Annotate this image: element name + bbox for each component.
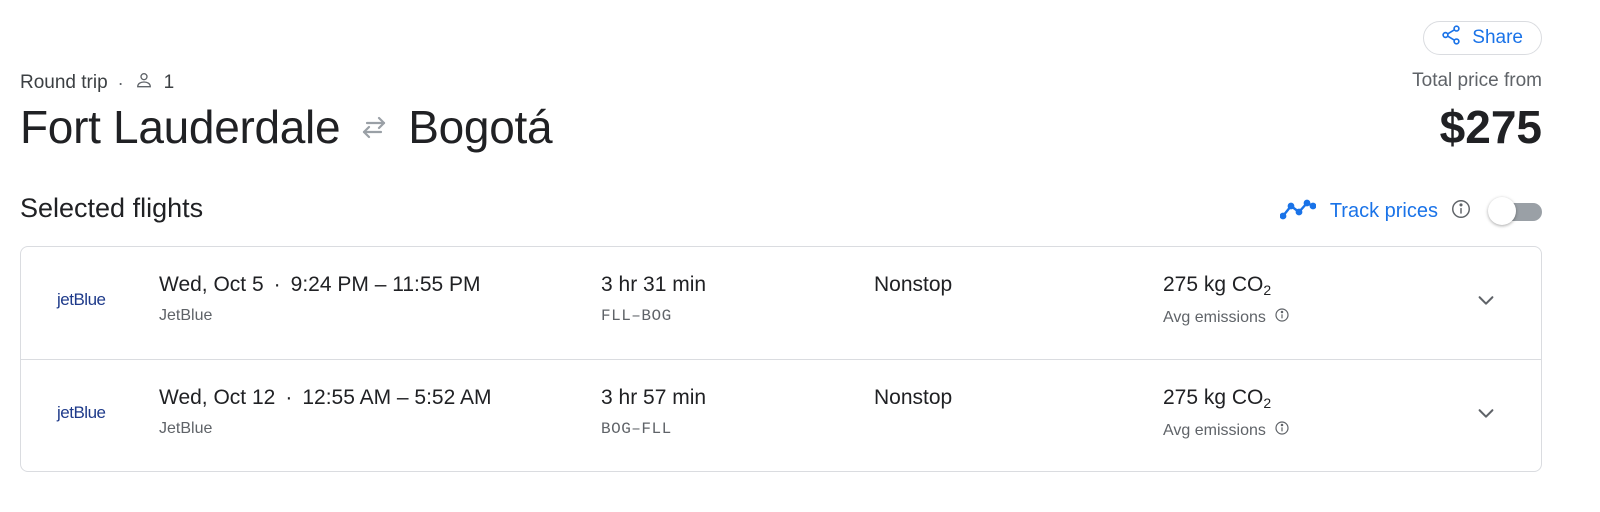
- emissions-value: 275 kg CO2: [1163, 273, 1271, 298]
- share-label: Share: [1472, 27, 1523, 48]
- emissions-label: Avg emissions: [1163, 420, 1290, 441]
- price-label: Total price from: [1412, 70, 1542, 91]
- route-codes: FLL–BOG: [601, 307, 672, 325]
- destination-city: Bogotá: [408, 101, 553, 153]
- person-icon: [134, 70, 154, 96]
- total-price: $275: [1439, 101, 1542, 153]
- separator-dot: ·: [285, 386, 293, 409]
- flight-times: Wed, Oct 5 · 9:24 PM – 11:55 PM: [159, 273, 481, 297]
- flight-date: Wed, Oct 5: [159, 273, 264, 296]
- section-title: Selected flights: [20, 193, 204, 223]
- emissions-value: 275 kg CO2: [1163, 386, 1271, 411]
- emissions-label: Avg emissions: [1163, 307, 1290, 328]
- selected-flights-card: jetBlue Wed, Oct 5 · 9:24 PM – 11:55 PM Je…: [20, 246, 1542, 472]
- chevron-down-icon: [1475, 402, 1497, 429]
- info-icon[interactable]: [1274, 307, 1290, 328]
- info-icon[interactable]: [1274, 420, 1290, 441]
- share-button[interactable]: Share: [1423, 21, 1542, 55]
- emissions-subscript: 2: [1263, 395, 1272, 411]
- track-prices-toggle[interactable]: [1488, 196, 1542, 226]
- emissions-amount: 275 kg CO: [1163, 273, 1264, 296]
- expand-flight-button[interactable]: [1471, 400, 1501, 430]
- swap-arrows-icon: [358, 100, 390, 154]
- passenger-count[interactable]: 1: [164, 72, 175, 94]
- trend-line-icon: [1279, 197, 1317, 226]
- route-codes: BOG–FLL: [601, 420, 672, 438]
- separator-dot: ·: [273, 273, 281, 296]
- time-range: 9:24 PM – 11:55 PM: [290, 273, 481, 296]
- flight-row-outbound[interactable]: jetBlue Wed, Oct 5 · 9:24 PM – 11:55 PM Je…: [21, 247, 1541, 359]
- toggle-knob: [1488, 197, 1516, 225]
- emissions-amount: 275 kg CO: [1163, 386, 1264, 409]
- separator-dot: ·: [117, 72, 124, 93]
- airline-name: JetBlue: [159, 420, 213, 437]
- trip-type[interactable]: Round trip: [20, 72, 108, 94]
- airline-logo: jetBlue: [57, 290, 106, 309]
- flight-times: Wed, Oct 12 · 12:55 AM – 5:52 AM: [159, 386, 491, 410]
- flight-duration: 3 hr 31 min: [601, 273, 707, 296]
- time-range: 12:55 AM – 5:52 AM: [302, 386, 492, 409]
- emissions-subscript: 2: [1263, 282, 1272, 298]
- origin-city: Fort Lauderdale: [20, 101, 341, 153]
- stops: Nonstop: [874, 386, 953, 409]
- emissions-label-text: Avg emissions: [1163, 308, 1266, 326]
- flight-row-return[interactable]: jetBlue Wed, Oct 12 · 12:55 AM – 5:52 AM J…: [21, 359, 1541, 471]
- track-prices: Track prices: [1279, 196, 1542, 226]
- page: Share Round trip · 1 Fort Lauderdale Bog…: [0, 0, 1600, 512]
- airline-logo: jetBlue: [57, 403, 106, 422]
- stops: Nonstop: [874, 273, 953, 296]
- info-icon[interactable]: [1450, 198, 1472, 225]
- trip-meta: Round trip · 1: [20, 70, 174, 96]
- expand-flight-button[interactable]: [1471, 287, 1501, 317]
- flight-date: Wed, Oct 12: [159, 386, 276, 409]
- route-title: Fort Lauderdale Bogotá: [20, 100, 553, 154]
- emissions-label-text: Avg emissions: [1163, 421, 1266, 439]
- share-icon: [1440, 24, 1462, 52]
- track-prices-label[interactable]: Track prices: [1330, 200, 1438, 223]
- airline-name: JetBlue: [159, 307, 213, 324]
- flight-duration: 3 hr 57 min: [601, 386, 707, 409]
- chevron-down-icon: [1475, 289, 1497, 316]
